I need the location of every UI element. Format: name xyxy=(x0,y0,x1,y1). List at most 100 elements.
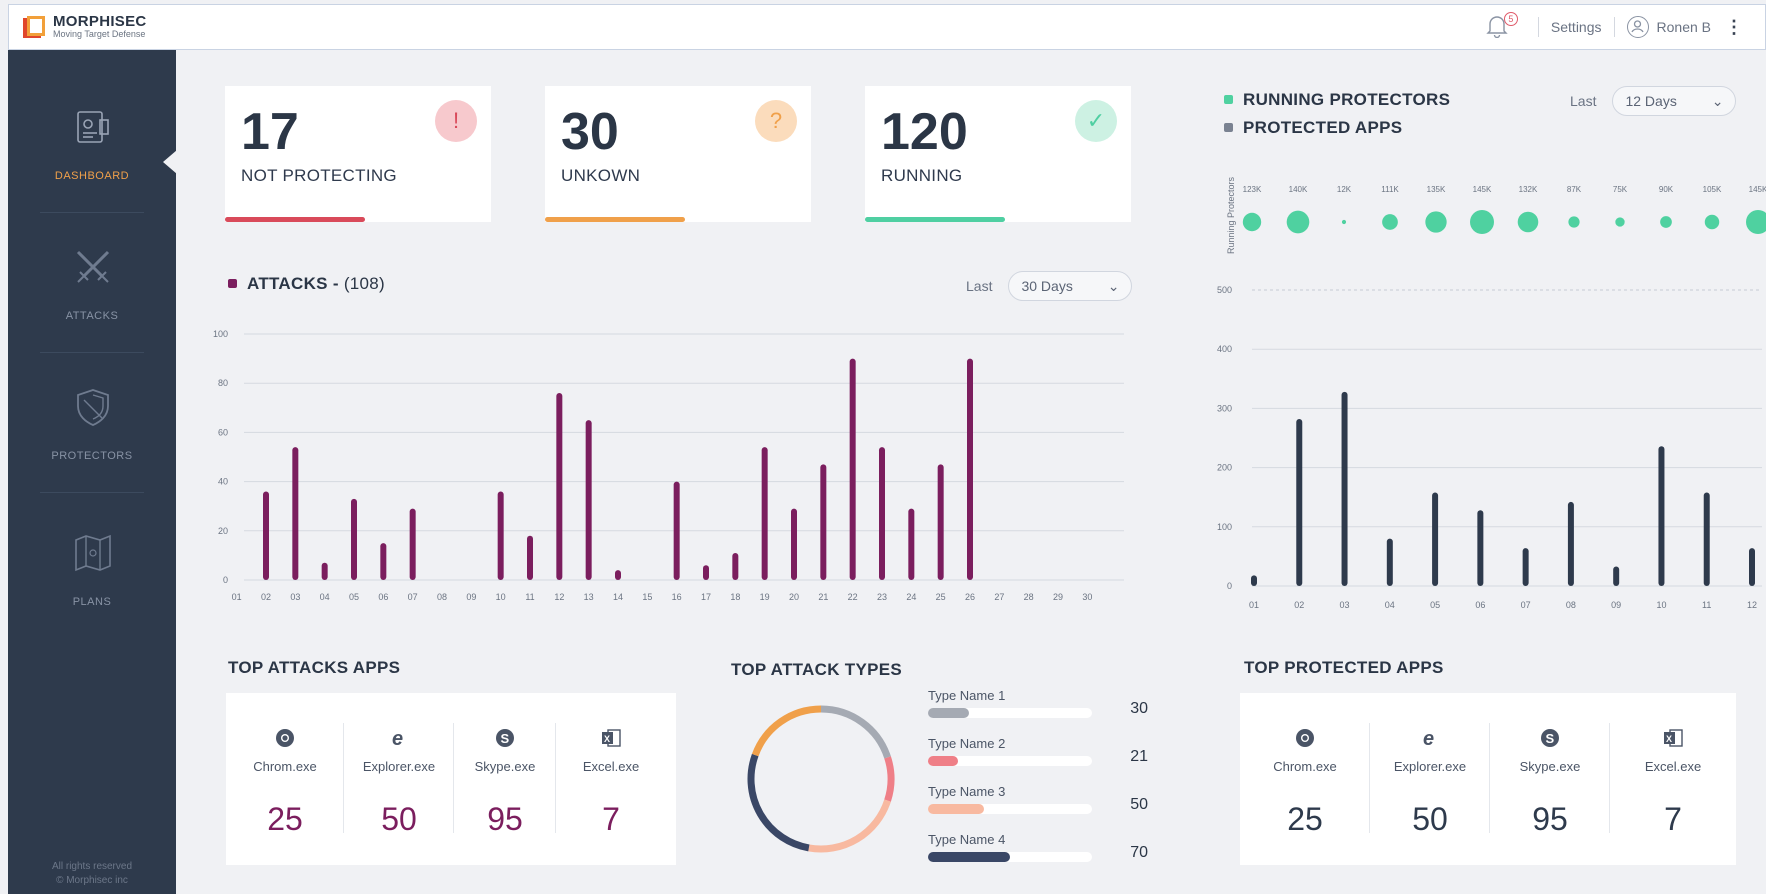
y-tick-label: 100 xyxy=(1217,522,1232,532)
sidebar-item-label: PLANS xyxy=(72,596,112,608)
attack-type-row[interactable]: Type Name 3 50 xyxy=(928,784,1148,832)
attack-bar xyxy=(908,508,915,580)
protected-apps-bar xyxy=(1386,538,1393,586)
app-column[interactable]: e Explorer.exe 50 xyxy=(1370,693,1490,865)
notifications-button[interactable]: 5 xyxy=(1486,12,1518,40)
x-tick-label: 27 xyxy=(994,592,1004,602)
user-name: Ronen B xyxy=(1656,19,1711,35)
top-protected-apps-card: Chrom.exe 25 e Explorer.exe 50 S Skype.e… xyxy=(1240,693,1736,865)
sidebar-item-protectors[interactable]: PROTECTORS xyxy=(8,342,176,482)
attack-bar xyxy=(585,420,592,580)
top-attacks-apps-card: Chrom.exe 25 e Explorer.exe 50 S Skype.e… xyxy=(226,693,676,865)
x-tick-label: 22 xyxy=(848,592,858,602)
protector-bubble xyxy=(1615,217,1625,227)
chrome-icon xyxy=(1296,729,1314,747)
sidebar-item-plans[interactable]: PLANS xyxy=(8,488,176,628)
app-column[interactable]: Chrom.exe 25 xyxy=(1240,693,1370,865)
ie-icon: e xyxy=(392,728,403,749)
type-value: 21 xyxy=(1130,748,1148,765)
attack-bar xyxy=(761,447,768,580)
x-tick-label: 03 xyxy=(1340,600,1350,610)
app-column[interactable]: X Excel.exe 7 xyxy=(556,693,666,865)
protector-bubble xyxy=(1746,210,1766,234)
attack-bar xyxy=(820,464,827,580)
attack-bar xyxy=(673,481,680,580)
footer-line: All rights reserved xyxy=(51,861,133,872)
brand-logo[interactable]: MORPHISEC Moving Target Defense xyxy=(23,14,147,40)
type-bar-fill xyxy=(928,708,969,718)
chevron-down-icon: ⌄ xyxy=(1711,92,1724,109)
attack-bar xyxy=(527,535,533,580)
attack-type-row[interactable]: Type Name 2 21 xyxy=(928,736,1148,784)
x-tick-label: 02 xyxy=(261,592,271,602)
top-attacks-apps-title: TOP ATTACKS APPS xyxy=(228,658,401,677)
type-bar-track xyxy=(928,852,1092,862)
x-tick-label: 24 xyxy=(906,592,916,602)
bubble-value-label: 145K xyxy=(1473,185,1492,194)
kpi-card-not-protecting[interactable]: 17 NOT PROTECTING ! xyxy=(225,86,491,222)
kpi-value: 30 xyxy=(561,103,619,161)
app-column[interactable]: e Explorer.exe 50 xyxy=(344,693,454,865)
y-tick-label: 40 xyxy=(218,477,228,487)
protected-apps-bar xyxy=(1432,492,1439,586)
protectors-period-select[interactable]: 12 Days ⌄ xyxy=(1612,86,1737,116)
swords-icon xyxy=(76,250,110,283)
y-tick-label: 0 xyxy=(223,575,228,585)
y-tick-label: 80 xyxy=(218,378,228,388)
type-value: 50 xyxy=(1130,796,1148,813)
selected-period: 30 Days xyxy=(1021,278,1073,294)
notification-count-badge: 5 xyxy=(1503,12,1518,26)
excel-icon: X xyxy=(1664,729,1683,747)
attacks-period-filter: Last 30 Days ⌄ xyxy=(966,271,1133,301)
app-column[interactable]: S Skype.exe 95 xyxy=(454,693,556,865)
brand-tagline: Moving Target Defense xyxy=(53,29,146,39)
bubble-value-label: 132K xyxy=(1519,185,1538,194)
kpi-card-running[interactable]: 120 RUNNING ✓ xyxy=(865,86,1131,222)
donut-segment xyxy=(820,705,891,759)
app-column[interactable]: X Excel.exe 7 xyxy=(1610,693,1736,865)
settings-link[interactable]: Settings xyxy=(1551,19,1602,35)
svg-text:X: X xyxy=(1666,734,1672,744)
x-tick-label: 10 xyxy=(496,592,506,602)
y-tick-label: 300 xyxy=(1217,403,1232,413)
app-column[interactable]: Chrom.exe 25 xyxy=(226,693,344,865)
kpi-label: UNKOWN xyxy=(561,166,641,185)
x-tick-label: 20 xyxy=(789,592,799,602)
morphisec-logo-icon xyxy=(23,16,45,38)
attack-bar xyxy=(879,447,885,580)
top-attack-types-title: TOP ATTACK TYPES xyxy=(731,660,903,679)
x-tick-label: 21 xyxy=(818,592,828,602)
donut-segment xyxy=(884,756,895,802)
bubble-value-label: 12K xyxy=(1337,185,1352,194)
attacks-period-select[interactable]: 30 Days ⌄ xyxy=(1008,271,1133,301)
bubble-value-label: 105K xyxy=(1703,185,1722,194)
sidebar-item-attacks[interactable]: ATTACKS xyxy=(8,202,176,342)
donut-segment xyxy=(751,705,822,757)
question-icon: ? xyxy=(755,100,797,142)
legend-label: RUNNING PROTECTORS xyxy=(1243,90,1451,109)
shield-icon xyxy=(77,389,109,426)
y-tick-label: 20 xyxy=(218,526,228,536)
app-column[interactable]: S Skype.exe 95 xyxy=(1490,693,1610,865)
type-bar-track xyxy=(928,804,1092,814)
kpi-card-unknown[interactable]: 30 UNKOWN ? xyxy=(545,86,811,222)
chrome-icon xyxy=(276,729,294,747)
user-menu[interactable]: Ronen B xyxy=(1626,16,1711,38)
sidebar-item-dashboard[interactable]: DASHBOARD xyxy=(8,62,176,202)
attack-bar xyxy=(703,565,709,580)
kpi-progress-bar xyxy=(865,217,1005,222)
y-tick-label: 100 xyxy=(213,329,228,339)
protector-bubble xyxy=(1517,211,1539,233)
attack-type-row[interactable]: Type Name 1 30 xyxy=(928,688,1148,736)
protector-bubble xyxy=(1341,219,1347,225)
attacks-title: ATTACKS - xyxy=(247,274,339,293)
kebab-icon[interactable]: ⋮ xyxy=(1725,17,1743,38)
attack-bar xyxy=(351,498,357,580)
alert-icon: ! xyxy=(435,100,477,142)
last-label: Last xyxy=(966,278,993,294)
attack-type-row[interactable]: Type Name 4 70 xyxy=(928,832,1148,880)
running-protectors-bubble-chart: Running Protectors 123K 140K 12K 111K 135K 145… xyxy=(1226,176,1766,254)
app-name: Explorer.exe xyxy=(362,759,436,774)
sidebar-item-label: PROTECTORS xyxy=(51,450,133,462)
x-tick-label: 05 xyxy=(1430,600,1440,610)
